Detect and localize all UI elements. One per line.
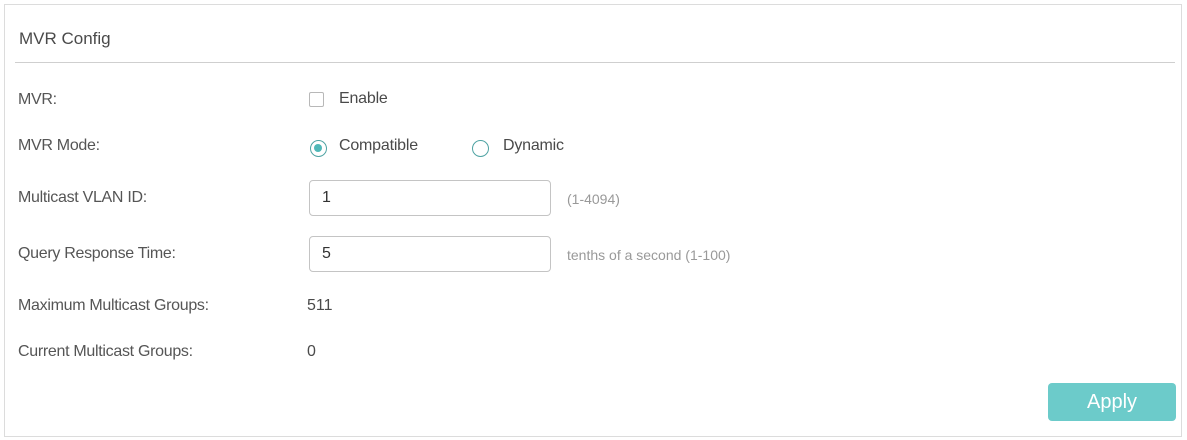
maximum-multicast-groups-label: Maximum Multicast Groups: bbox=[18, 297, 209, 314]
query-response-time-input[interactable] bbox=[309, 236, 551, 272]
mvr-config-panel: MVR Config MVR: Enable MVR Mode: Compati… bbox=[4, 4, 1182, 437]
mvr-label: MVR: bbox=[18, 91, 57, 108]
mvr-enable-checkbox[interactable] bbox=[309, 92, 324, 107]
panel-title: MVR Config bbox=[19, 29, 111, 48]
multicast-vlan-id-label: Multicast VLAN ID: bbox=[18, 189, 147, 206]
query-response-time-hint: tenths of a second (1-100) bbox=[567, 247, 731, 263]
multicast-vlan-id-input[interactable] bbox=[309, 180, 551, 216]
mvr-mode-compatible-label[interactable]: Compatible bbox=[339, 137, 418, 155]
title-divider bbox=[15, 62, 1175, 63]
multicast-vlan-id-hint: (1-4094) bbox=[567, 191, 620, 207]
mvr-mode-compatible-radio[interactable] bbox=[310, 140, 327, 157]
maximum-multicast-groups-value: 511 bbox=[307, 297, 333, 314]
query-response-time-label: Query Response Time: bbox=[18, 245, 176, 262]
mvr-mode-dynamic-label[interactable]: Dynamic bbox=[503, 137, 564, 155]
current-multicast-groups-label: Current Multicast Groups: bbox=[18, 343, 193, 360]
mvr-enable-label[interactable]: Enable bbox=[339, 90, 388, 108]
current-multicast-groups-value: 0 bbox=[307, 343, 316, 360]
apply-button[interactable]: Apply bbox=[1048, 383, 1176, 421]
mvr-mode-label: MVR Mode: bbox=[18, 137, 100, 154]
mvr-mode-dynamic-radio[interactable] bbox=[472, 140, 489, 157]
radio-selected-dot bbox=[314, 144, 322, 152]
